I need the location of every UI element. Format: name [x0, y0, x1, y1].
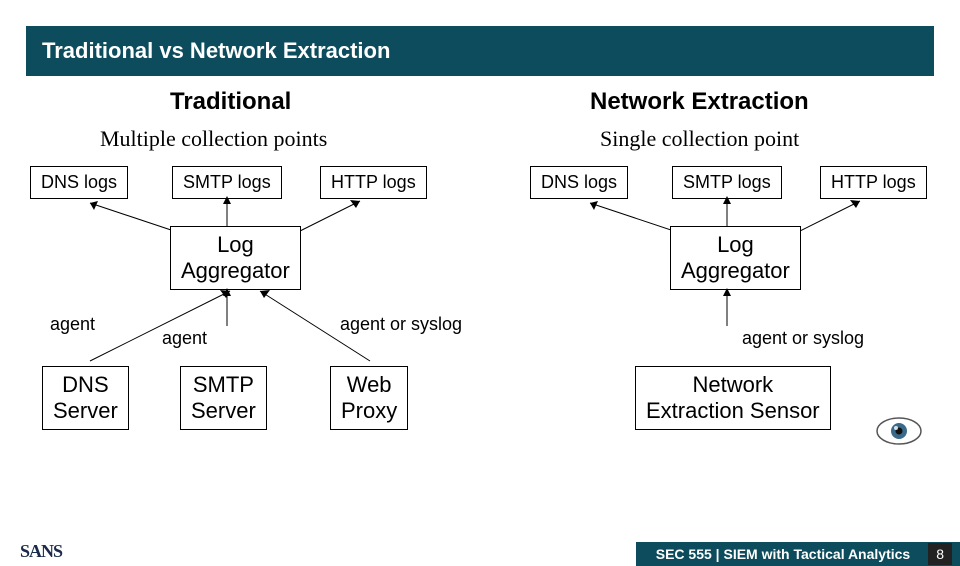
right-agent-label: agent or syslog: [742, 328, 864, 349]
eye-icon: [876, 416, 922, 446]
left-smtp-server: SMTP Server: [180, 366, 267, 430]
slide-title: Traditional vs Network Extraction: [42, 38, 390, 63]
right-header: Network Extraction: [590, 88, 809, 116]
right-dns-logs: DNS logs: [530, 166, 628, 199]
sans-logo: SANS: [20, 541, 62, 562]
page-number: 8: [928, 543, 952, 565]
diagram-area: Traditional Multiple collection points D…: [0, 76, 960, 516]
left-smtp-logs: SMTP logs: [172, 166, 282, 199]
footer-course: SEC 555 | SIEM with Tactical Analytics: [656, 546, 910, 562]
right-smtp-logs: SMTP logs: [672, 166, 782, 199]
left-subheader: Multiple collection points: [100, 126, 327, 152]
left-web-proxy: Web Proxy: [330, 366, 408, 430]
right-http-logs: HTTP logs: [820, 166, 927, 199]
arrow-right-agg-from-sensor: [722, 288, 732, 326]
arrow-agg-from-dns: [80, 286, 240, 366]
footer-bar: SEC 555 | SIEM with Tactical Analytics 8: [636, 542, 960, 566]
arrow-smtp-to-agg: [222, 196, 232, 226]
right-subheader: Single collection point: [600, 126, 799, 152]
right-aggregator: Log Aggregator: [670, 226, 801, 290]
left-aggregator: Log Aggregator: [170, 226, 301, 290]
arrow-agg-from-smtp: [222, 288, 232, 326]
left-dns-server: DNS Server: [42, 366, 129, 430]
arrow-right-smtp-to-agg: [722, 196, 732, 226]
left-http-logs: HTTP logs: [320, 166, 427, 199]
arrow-agg-from-web: [250, 286, 380, 366]
left-dns-logs: DNS logs: [30, 166, 128, 199]
left-header: Traditional: [170, 88, 291, 116]
title-bar: Traditional vs Network Extraction: [26, 26, 934, 76]
right-sensor: Network Extraction Sensor: [635, 366, 831, 430]
